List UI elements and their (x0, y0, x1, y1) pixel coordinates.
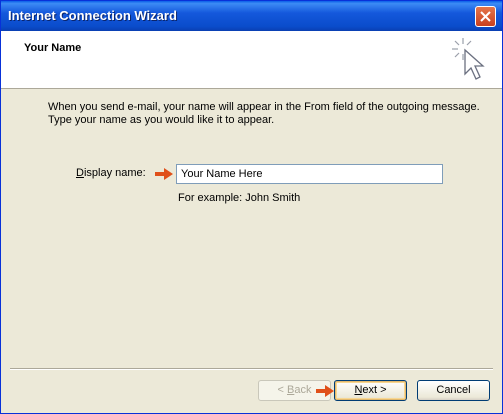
example-text: For example: John Smith (178, 192, 301, 204)
display-name-input[interactable] (176, 164, 443, 184)
next-rest: ext > (362, 384, 387, 396)
intro-text: When you send e-mail, your name will app… (48, 101, 480, 127)
display-name-label-mnemonic: D (76, 167, 84, 179)
window-title: Internet Connection Wizard (8, 8, 177, 23)
page-title: Your Name (24, 42, 82, 54)
close-icon (480, 11, 491, 22)
wizard-window: Internet Connection Wizard Your Name Whe… (0, 0, 503, 414)
back-rest: ack (294, 384, 312, 396)
next-button[interactable]: Next > (334, 380, 407, 401)
cancel-button[interactable]: Cancel (417, 380, 490, 401)
display-name-label: Display name: (76, 167, 146, 179)
wizard-sparkle-icon (452, 38, 485, 80)
close-button[interactable] (475, 6, 496, 27)
intro-line-1: When you send e-mail, your name will app… (48, 101, 480, 113)
pointer-arrow-icon (155, 168, 173, 180)
wizard-header: Your Name (1, 31, 502, 89)
pointer-arrow-icon (316, 385, 334, 397)
title-bar[interactable]: Internet Connection Wizard (1, 1, 502, 31)
display-name-label-rest: isplay name: (83, 167, 146, 179)
back-prefix: < (277, 384, 287, 396)
intro-line-2: Type your name as you would like it to a… (48, 114, 275, 126)
button-separator (10, 368, 493, 370)
